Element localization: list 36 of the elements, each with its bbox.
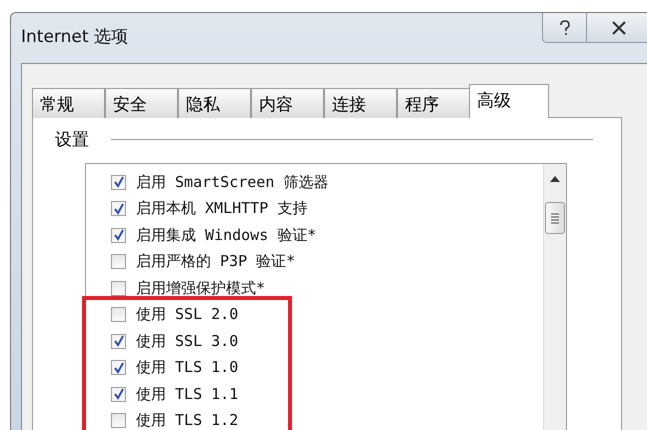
setting-label: 启用 SmartScreen 筛选器 [136, 172, 328, 192]
checkbox[interactable] [111, 334, 126, 349]
setting-label: 使用 SSL 2.0 [136, 305, 238, 324]
close-icon [610, 20, 626, 34]
tab[interactable]: 常规 [32, 88, 105, 118]
checkbox[interactable] [111, 228, 126, 243]
help-button[interactable] [542, 13, 587, 43]
tab[interactable]: 安全 [105, 88, 178, 118]
close-button[interactable] [587, 13, 647, 43]
checkbox[interactable] [111, 254, 126, 270]
scrollbar[interactable] [543, 164, 566, 430]
setting-label: 使用 TLS 1.0 [136, 358, 238, 378]
window-title: Internet 选项 [21, 26, 128, 48]
setting-label: 使用 TLS 1.1 [136, 384, 238, 404]
scroll-thumb[interactable] [545, 202, 565, 234]
help-icon [558, 20, 572, 36]
tab[interactable]: 内容 [251, 88, 324, 118]
tab[interactable]: 程序 [397, 88, 470, 118]
checkbox[interactable] [111, 386, 126, 402]
tab[interactable]: 隐私 [178, 88, 251, 118]
checkbox[interactable] [111, 413, 126, 428]
checkbox[interactable] [111, 360, 126, 376]
checkbox[interactable] [111, 201, 126, 216]
setting-label: 使用 TLS 1.2 [136, 411, 238, 430]
setting-label: 使用 SSL 3.0 [136, 332, 238, 351]
checkbox[interactable] [111, 307, 126, 322]
setting-label: 启用严格的 P3P 验证* [136, 252, 296, 272]
setting-label: 启用本机 XMLHTTP 支持 [136, 199, 308, 218]
setting-label: 启用集成 Windows 验证* [136, 226, 316, 245]
tab[interactable]: 连接 [324, 88, 397, 118]
setting-label: 启用增强保护模式* [136, 278, 266, 298]
checkbox[interactable] [111, 174, 126, 190]
group-label: 设置 [55, 129, 89, 151]
tab[interactable]: 高级 [469, 84, 549, 118]
checkbox[interactable] [111, 280, 126, 296]
scroll-up-icon[interactable] [550, 176, 560, 182]
